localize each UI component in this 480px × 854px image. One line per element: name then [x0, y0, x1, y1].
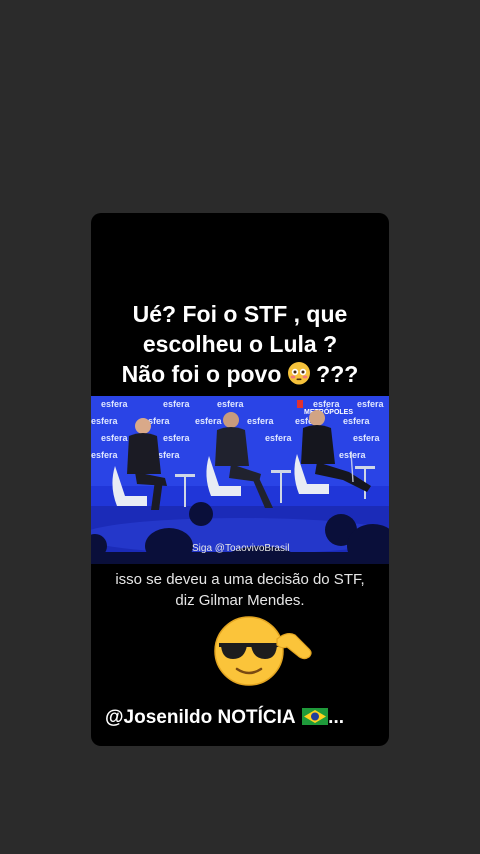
video-watermark: Siga @ToaovivoBrasil — [192, 543, 290, 554]
svg-text:esfera: esfera — [357, 399, 385, 409]
svg-text:esfera: esfera — [101, 433, 129, 443]
caption-line-2: diz Gilmar Mendes. — [175, 592, 305, 609]
logo-mark — [297, 400, 303, 408]
svg-text:esfera: esfera — [195, 416, 223, 426]
svg-text:esfera: esfera — [91, 450, 119, 460]
footer-author: @Josenildo NOTÍCIA ... — [105, 707, 344, 729]
headline-line-2: escolheu o Lula ? — [142, 331, 338, 357]
panel-scene: esfera esfera esfera esfera esfera esfer… — [91, 396, 389, 564]
svg-text:esfera: esfera — [339, 450, 367, 460]
svg-text:esfera: esfera — [353, 433, 381, 443]
svg-text:esfera: esfera — [313, 399, 341, 409]
svg-text:esfera: esfera — [163, 433, 191, 443]
svg-text:esfera: esfera — [101, 399, 129, 409]
svg-text:esfera: esfera — [163, 399, 191, 409]
svg-text:esfera: esfera — [265, 433, 293, 443]
flushed-face-icon — [287, 362, 310, 385]
headline: Ué? Foi o STF , que escolheu o Lula ? Nã… — [91, 299, 389, 389]
video-frame[interactable]: esfera esfera esfera esfera esfera esfer… — [91, 396, 389, 564]
headline-line-3: Não foi o povo ??? — [91, 359, 389, 389]
headline-line-3-text: Não foi o povo — [121, 361, 288, 387]
footer-ellipsis: ... — [328, 707, 345, 728]
headline-line-1: Ué? Foi o STF , que — [132, 301, 348, 327]
story-card: Ué? Foi o STF , que escolheu o Lula ? Nã… — [91, 213, 389, 746]
caption-line-1: isso se deveu a uma decisão do STF, — [115, 571, 365, 588]
headline-line-3-suffix: ??? — [309, 361, 359, 387]
brazil-flag-icon — [302, 708, 329, 725]
svg-text:esfera: esfera — [247, 416, 275, 426]
footer-text: @Josenildo NOTÍCIA — [105, 707, 301, 728]
svg-text:esfera: esfera — [91, 416, 119, 426]
svg-text:esfera: esfera — [343, 416, 371, 426]
sunglasses-face-icon — [211, 615, 313, 687]
caption: isso se deveu a uma decisão do STF, diz … — [91, 569, 389, 611]
svg-text:esfera: esfera — [217, 399, 245, 409]
